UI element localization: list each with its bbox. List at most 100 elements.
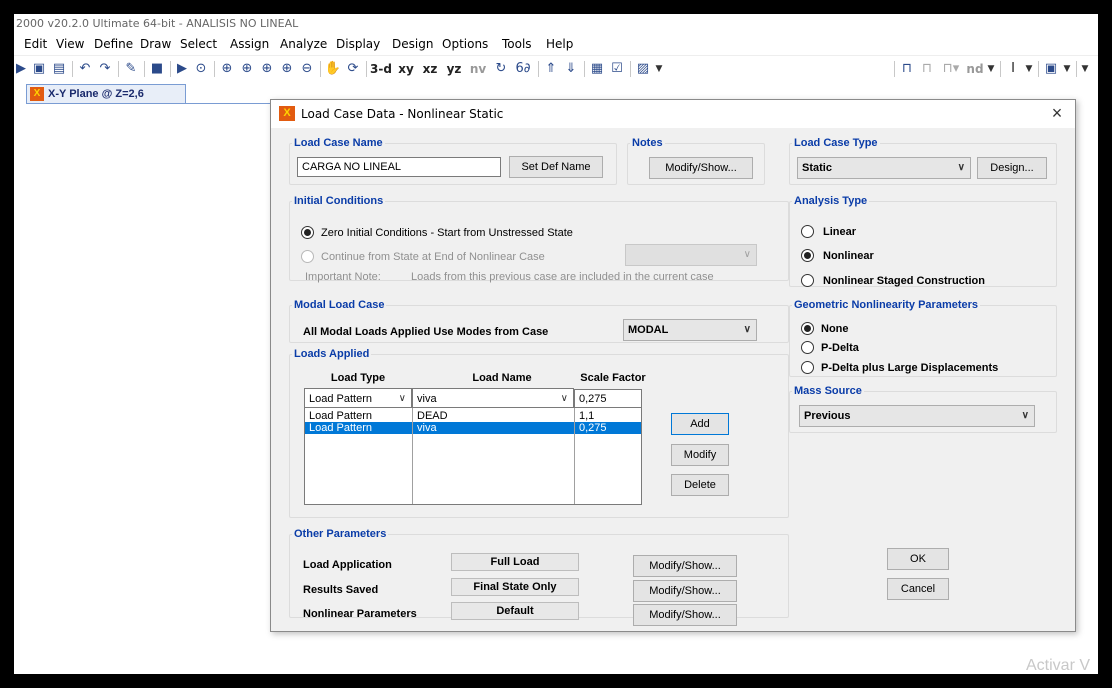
checkbox-icon[interactable]: ☑ — [608, 60, 626, 78]
load-case-name-legend: Load Case Name — [294, 137, 383, 149]
rotate-icon[interactable]: ⟳ — [344, 60, 362, 78]
delete-load-button[interactable]: Delete — [671, 474, 729, 496]
mass-source-select[interactable]: Previous ∨ — [799, 405, 1035, 427]
modify-load-button[interactable]: Modify — [671, 444, 729, 466]
load-name-header: Load Name — [472, 372, 532, 384]
dropdown-arrow-icon[interactable]: ▼ — [1062, 60, 1072, 78]
menu-design[interactable]: Design — [392, 37, 433, 51]
dropdown-arrow-icon[interactable]: ▼ — [1080, 60, 1090, 78]
dropdown-arrow-icon[interactable]: ▼ — [1024, 60, 1034, 78]
text-cursor-icon[interactable]: I — [1004, 60, 1022, 78]
modal-case-select[interactable]: MODAL ∨ — [623, 319, 757, 341]
nonlinear-parameters-label: Nonlinear Parameters — [303, 608, 417, 620]
analysis-linear-radio[interactable] — [801, 225, 814, 238]
area-icon[interactable]: ▣ — [1042, 60, 1060, 78]
display-options-icon[interactable]: ▦ — [588, 60, 606, 78]
run-analysis-icon[interactable]: ⊙ — [192, 60, 210, 78]
frame-multi-icon[interactable]: ⊓ — [918, 60, 936, 78]
chevron-down-icon: ∨ — [398, 393, 406, 404]
zoom-out-icon[interactable]: ⊖ — [298, 60, 316, 78]
analysis-staged-construction-label: Nonlinear Staged Construction — [823, 275, 985, 287]
continue-from-state-radio[interactable] — [301, 250, 314, 263]
lock-icon[interactable]: ■ — [148, 60, 166, 78]
results-saved-label: Results Saved — [303, 584, 379, 596]
save-icon[interactable]: ▣ — [30, 60, 48, 78]
loads-applied-list[interactable]: Load Pattern DEAD 1,1 Load Pattern viva … — [304, 407, 642, 505]
load-case-type-select[interactable]: Static ∨ — [797, 157, 971, 179]
analysis-staged-construction-radio[interactable] — [801, 274, 814, 287]
view-yz-button[interactable]: yz — [444, 60, 464, 78]
frame-draw-icon[interactable]: ⊓▾ — [938, 60, 964, 78]
dialog-title: Load Case Data - Nonlinear Static — [301, 107, 504, 121]
move-up-icon[interactable]: ⇑ — [542, 60, 560, 78]
load-application-modify-button[interactable]: Modify/Show... — [633, 555, 737, 577]
zoom-window-icon[interactable]: ⊕ — [218, 60, 236, 78]
menu-display[interactable]: Display — [336, 37, 380, 51]
design-button[interactable]: Design... — [977, 157, 1047, 179]
zero-initial-conditions-radio[interactable] — [301, 226, 314, 239]
redo-icon[interactable]: ↷ — [96, 60, 114, 78]
geometric-large-displacements-radio[interactable] — [801, 361, 814, 374]
move-down-icon[interactable]: ⇓ — [562, 60, 580, 78]
menu-view[interactable]: View — [56, 37, 84, 51]
rotate-3d-icon[interactable]: ↻ — [492, 60, 510, 78]
analysis-nonlinear-radio[interactable] — [801, 249, 814, 262]
results-saved-value: Final State Only — [451, 578, 579, 596]
set-def-name-button[interactable]: Set Def Name — [509, 156, 603, 178]
menu-options[interactable]: Options — [442, 37, 488, 51]
scale-factor-input[interactable]: 0,275 — [574, 389, 642, 409]
view-xy-button[interactable]: xy — [396, 60, 416, 78]
run-icon[interactable]: ▶ — [174, 60, 190, 78]
load-row[interactable]: Load Pattern DEAD 1,1 — [305, 410, 641, 422]
perspective-icon[interactable]: 6∂ — [512, 60, 534, 78]
view-tab-label: X-Y Plane @ Z=2,6 — [48, 88, 144, 100]
view-3d-button[interactable]: 3-d — [370, 60, 392, 78]
ok-button[interactable]: OK — [887, 548, 949, 570]
frame-icon[interactable]: ⊓ — [898, 60, 916, 78]
dialog-title-bar: X Load Case Data - Nonlinear Static × — [271, 100, 1075, 128]
load-row-factor: 0,275 — [579, 422, 607, 434]
close-icon[interactable]: × — [1047, 103, 1067, 123]
menu-assign[interactable]: Assign — [230, 37, 269, 51]
nonlinear-parameters-value: Default — [451, 602, 579, 620]
notes-legend: Notes — [632, 137, 663, 149]
view-tab-xy-plane[interactable]: X X-Y Plane @ Z=2,6 — [26, 84, 186, 104]
load-application-label: Load Application — [303, 559, 392, 571]
geometric-p-delta-radio[interactable] — [801, 341, 814, 354]
dropdown-arrow-icon[interactable]: ▼ — [654, 60, 664, 78]
view-xz-button[interactable]: xz — [420, 60, 440, 78]
pencil-icon[interactable]: ✎ — [122, 60, 140, 78]
nonlinear-parameters-modify-button[interactable]: Modify/Show... — [633, 604, 737, 626]
menu-help[interactable]: Help — [546, 37, 573, 51]
results-saved-modify-button[interactable]: Modify/Show... — [633, 580, 737, 602]
zoom-extents-icon[interactable]: ⊕ — [238, 60, 256, 78]
notes-modify-show-button[interactable]: Modify/Show... — [649, 157, 753, 179]
toolbar: ▶ ▣ ▤ ↶ ↷ ✎ ■ ▶ ⊙ ⊕ ⊕ ⊕ ⊕ ⊖ ✋ ⟳ 3-d xy x… — [14, 55, 1098, 81]
load-case-name-input[interactable]: CARGA NO LINEAL — [297, 157, 501, 177]
arrow-right-icon[interactable]: ▶ — [14, 60, 28, 78]
zoom-in-icon[interactable]: ⊕ — [278, 60, 296, 78]
menu-draw[interactable]: Draw — [140, 37, 171, 51]
print-icon[interactable]: ▤ — [50, 60, 68, 78]
view-options-icon[interactable]: ▨ — [634, 60, 652, 78]
undo-icon[interactable]: ↶ — [76, 60, 94, 78]
nonlinear-case-select[interactable]: ∨ — [625, 244, 757, 266]
column-divider — [574, 408, 575, 504]
geometric-none-radio[interactable] — [801, 322, 814, 335]
node-button[interactable]: nd — [966, 60, 984, 78]
menu-define[interactable]: Define — [94, 37, 133, 51]
zoom-previous-icon[interactable]: ⊕ — [258, 60, 276, 78]
menu-tools[interactable]: Tools — [502, 37, 532, 51]
menu-analyze[interactable]: Analyze — [280, 37, 327, 51]
pan-icon[interactable]: ✋ — [324, 60, 342, 78]
toolbar-separator — [170, 61, 171, 77]
view-nv-button[interactable]: nv — [468, 60, 488, 78]
menu-edit[interactable]: Edit — [24, 37, 47, 51]
menu-select[interactable]: Select — [180, 37, 217, 51]
toolbar-separator — [118, 61, 119, 77]
cancel-button[interactable]: Cancel — [887, 578, 949, 600]
load-row-selected[interactable]: Load Pattern viva 0,275 — [305, 422, 641, 434]
add-load-button[interactable]: Add — [671, 413, 729, 435]
dropdown-arrow-icon[interactable]: ▼ — [986, 60, 996, 78]
mass-source-value: Previous — [804, 410, 851, 422]
